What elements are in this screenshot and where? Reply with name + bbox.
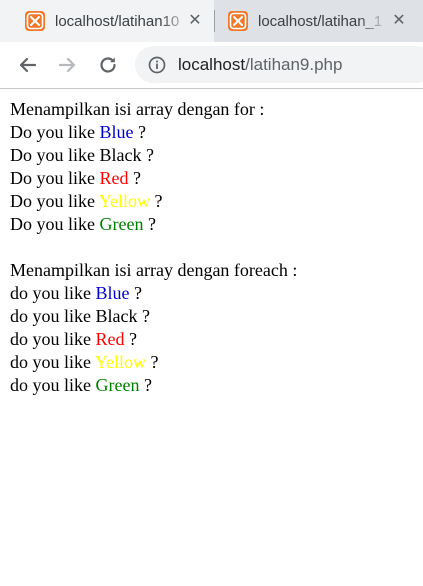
section-for: Menampilkan isi array dengan for : Do yo… — [10, 98, 415, 236]
xampp-favicon-icon — [25, 11, 45, 31]
list-item: do you like Black ? — [10, 306, 150, 326]
tab-separator — [214, 10, 215, 32]
list-item: do you like Blue ? — [10, 283, 142, 303]
close-icon[interactable]: ✕ — [390, 12, 408, 30]
page-content: Menampilkan isi array dengan for : Do yo… — [10, 98, 415, 397]
color-word: Blue — [99, 122, 134, 142]
tab-latihan-1[interactable]: localhost/latihan_1 ✕ — [216, 0, 423, 42]
xampp-favicon-icon — [228, 11, 248, 31]
list-item: do you like Yellow ? — [10, 352, 159, 372]
url-text[interactable]: localhost/latihan9.php — [178, 55, 342, 75]
color-word: Black — [95, 306, 138, 326]
address-bar[interactable]: localhost/latihan9.php — [135, 46, 423, 83]
tab-latihan10[interactable]: localhost/latihan10 ✕ — [0, 0, 214, 42]
color-word: Yellow — [94, 352, 147, 372]
browser-toolbar: localhost/latihan9.php — [0, 42, 423, 89]
color-word: Red — [95, 329, 125, 349]
reload-icon[interactable] — [95, 52, 121, 78]
list-item: Do you like Green ? — [10, 214, 156, 234]
list-item: Do you like Blue ? — [10, 122, 146, 142]
color-word: Blue — [95, 283, 130, 303]
list-item: Do you like Red ? — [10, 168, 141, 188]
url-path: /latihan9.php — [245, 55, 343, 74]
list-item: do you like Green ? — [10, 375, 152, 395]
tab-strip: localhost/latihan10 ✕ localhost/latihan_… — [0, 0, 423, 42]
section-foreach: Menampilkan isi array dengan foreach : d… — [10, 259, 415, 397]
list-item: do you like Red ? — [10, 329, 137, 349]
color-word: Green — [99, 214, 144, 234]
close-icon[interactable]: ✕ — [186, 12, 204, 30]
url-host: localhost — [178, 55, 246, 74]
forward-arrow-icon[interactable] — [54, 52, 80, 78]
color-word: Red — [99, 168, 129, 188]
back-arrow-icon[interactable] — [15, 52, 41, 78]
section-heading: Menampilkan isi array dengan foreach : — [10, 260, 298, 280]
section-heading: Menampilkan isi array dengan for : — [10, 99, 265, 119]
color-word: Green — [95, 375, 140, 395]
list-item: Do you like Black ? — [10, 145, 154, 165]
color-word: Black — [99, 145, 142, 165]
info-icon[interactable] — [147, 55, 167, 75]
line-break — [10, 236, 415, 259]
list-item: Do you like Yellow ? — [10, 191, 163, 211]
color-word: Yellow — [98, 191, 151, 211]
